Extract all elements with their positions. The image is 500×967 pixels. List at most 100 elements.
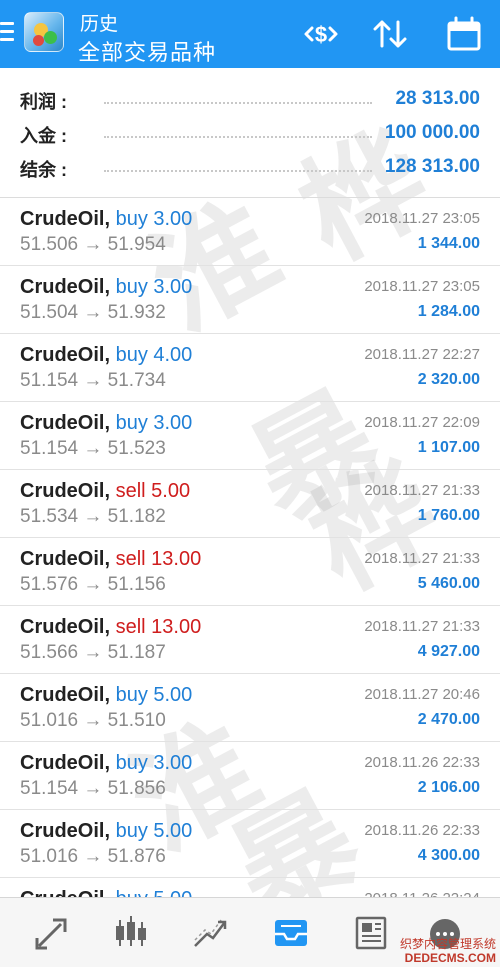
deal-profit: 2 470.00 (417, 711, 480, 728)
deal-row[interactable]: CrudeOil, buy 3.00 51.504 → 51.932 2018.11… (0, 266, 500, 334)
deal-symbol: CrudeOil, buy 4.00 (20, 344, 192, 367)
deal-symbol: CrudeOil, buy 3.00 (20, 412, 192, 435)
leader-dots (104, 102, 372, 104)
site-watermark-domain: DEDECMS.COM (404, 951, 496, 965)
history-icon[interactable] (271, 912, 311, 952)
deal-symbol: CrudeOil, sell 13.00 (20, 616, 201, 639)
deal-time: 2018.11.27 23:05 (364, 210, 480, 227)
deal-time: 2018.11.26 22:33 (364, 754, 480, 771)
deal-profit: 1 760.00 (417, 507, 480, 524)
deal-action: buy 5.00 (115, 820, 193, 842)
site-watermark-text: 织梦内容管理系统 (399, 937, 496, 951)
deal-symbol: CrudeOil, buy 3.00 (20, 208, 192, 231)
deal-symbol: CrudeOil, buy 3.00 (20, 276, 192, 299)
deal-profit: 1 284.00 (417, 303, 480, 320)
quotes-icon[interactable] (31, 912, 71, 952)
deal-profit: 1 344.00 (417, 235, 480, 252)
deal-row[interactable]: CrudeOil, buy 3.00 51.506 → 51.954 2018.11… (0, 198, 500, 266)
deal-time: 2018.11.27 20:46 (364, 686, 480, 703)
deal-profit: 2 106.00 (417, 779, 480, 796)
deal-prices: 51.154 → 51.856 (20, 778, 166, 799)
symbol-name: CrudeOil, (20, 480, 111, 502)
deal-profit: 5 460.00 (417, 575, 480, 592)
deal-time: 2018.11.27 21:33 (364, 482, 480, 499)
deal-action: buy 3.00 (115, 412, 193, 434)
deal-prices: 51.016 → 51.510 (20, 710, 166, 731)
summary-row-profit: 利润 : 28 313.00 (0, 82, 500, 116)
summary-row-deposit: 入金 : 100 000.00 (0, 116, 500, 150)
profit-value: 28 313.00 (395, 88, 480, 109)
menu-icon[interactable] (0, 22, 14, 44)
news-icon[interactable] (351, 912, 391, 952)
symbol-name: CrudeOil, (20, 276, 111, 298)
symbol-name: CrudeOil, (20, 752, 111, 774)
deal-time: 2018.11.27 23:05 (364, 278, 480, 295)
deal-prices: 51.504 → 51.932 (20, 302, 166, 323)
deal-prices: 51.154 → 51.523 (20, 438, 166, 459)
deal-time: 2018.11.27 22:09 (364, 414, 480, 431)
symbol-filter-title[interactable]: 全部交易品种 (78, 35, 216, 67)
deal-profit: 4 927.00 (417, 643, 480, 660)
deal-action: sell 13.00 (115, 548, 202, 570)
deal-profit: 2 320.00 (417, 371, 480, 388)
deal-row[interactable]: CrudeOil, buy 5.00 51.016 → 51.510 2018.11… (0, 674, 500, 742)
deal-direction-icon[interactable]: $ (300, 14, 342, 54)
symbol-name: CrudeOil, (20, 820, 111, 842)
deal-time: 2018.11.27 22:27 (364, 346, 480, 363)
deal-time: 2018.11.27 21:33 (364, 618, 480, 635)
deal-action: buy 5.00 (115, 684, 193, 706)
deal-symbol: CrudeOil, sell 5.00 (20, 480, 190, 503)
symbol-name: CrudeOil, (20, 548, 111, 570)
sort-icon[interactable] (370, 14, 410, 54)
deal-action: sell 5.00 (115, 480, 191, 502)
deal-prices: 51.154 → 51.734 (20, 370, 166, 391)
deal-action: buy 3.00 (115, 276, 193, 298)
balance-value: 128 313.00 (384, 156, 480, 177)
top-app-bar: 历史 全部交易品种 $ (0, 0, 500, 68)
symbol-name: CrudeOil, (20, 412, 111, 434)
deposit-value: 100 000.00 (384, 122, 480, 143)
deal-row[interactable]: CrudeOil, sell 13.00 51.566 → 51.187 2018.… (0, 606, 500, 674)
deal-row[interactable]: CrudeOil, sell 5.00 51.534 → 51.182 2018.1… (0, 470, 500, 538)
bottom-navigation: 织梦内容管理系统 DEDECMS.COM (0, 897, 500, 967)
deal-prices: 51.016 → 51.876 (20, 846, 166, 867)
deal-row[interactable]: CrudeOil, buy 3.00 51.154 → 51.523 2018.11… (0, 402, 500, 470)
deal-prices: 51.534 → 51.182 (20, 506, 166, 527)
deal-row[interactable]: CrudeOil, buy 3.00 51.154 → 51.856 2018.11… (0, 742, 500, 810)
deal-time: 2018.11.27 21:33 (364, 550, 480, 567)
svg-text:$: $ (315, 22, 327, 47)
profit-label: 利润 : (20, 92, 67, 112)
balance-label: 结余 : (20, 160, 67, 180)
deal-prices: 51.566 → 51.187 (20, 642, 166, 663)
leader-dots (104, 136, 372, 138)
deal-row[interactable]: CrudeOil, buy 5.00 51.016 → 51.876 2018.11… (0, 810, 500, 878)
deal-action: buy 4.00 (115, 344, 193, 366)
deal-time: 2018.11.26 22:33 (364, 822, 480, 839)
leader-dots (104, 170, 372, 172)
app-logo[interactable] (24, 12, 64, 52)
deal-action: buy 3.00 (115, 208, 193, 230)
symbol-name: CrudeOil, (20, 344, 111, 366)
deal-symbol: CrudeOil, buy 3.00 (20, 752, 192, 775)
page-title: 历史 (80, 14, 119, 35)
account-summary: 利润 : 28 313.00 入金 : 100 000.00 结余 : 128 … (0, 80, 500, 197)
site-watermark: 织梦内容管理系统 DEDECMS.COM (400, 937, 496, 965)
deal-row[interactable]: CrudeOil, sell 13.00 51.576 → 51.156 2018.… (0, 538, 500, 606)
deal-symbol: CrudeOil, buy 5.00 (20, 684, 192, 707)
deal-prices: 51.506 → 51.954 (20, 234, 166, 255)
deal-symbol: CrudeOil, sell 13.00 (20, 548, 201, 571)
summary-row-balance: 结余 : 128 313.00 (0, 150, 500, 184)
symbol-name: CrudeOil, (20, 616, 111, 638)
deal-row[interactable]: CrudeOil, buy 4.00 51.154 → 51.734 2018.11… (0, 334, 500, 402)
deal-symbol: CrudeOil, buy 5.00 (20, 820, 192, 843)
symbol-name: CrudeOil, (20, 684, 111, 706)
symbol-name: CrudeOil, (20, 208, 111, 230)
chart-icon[interactable] (111, 912, 151, 952)
deal-prices: 51.576 → 51.156 (20, 574, 166, 595)
trade-icon[interactable] (191, 912, 231, 952)
calendar-icon[interactable] (444, 14, 484, 54)
deal-action: buy 3.00 (115, 752, 193, 774)
deal-action: sell 13.00 (115, 616, 202, 638)
deal-profit: 1 107.00 (417, 439, 480, 456)
deal-profit: 4 300.00 (417, 847, 480, 864)
